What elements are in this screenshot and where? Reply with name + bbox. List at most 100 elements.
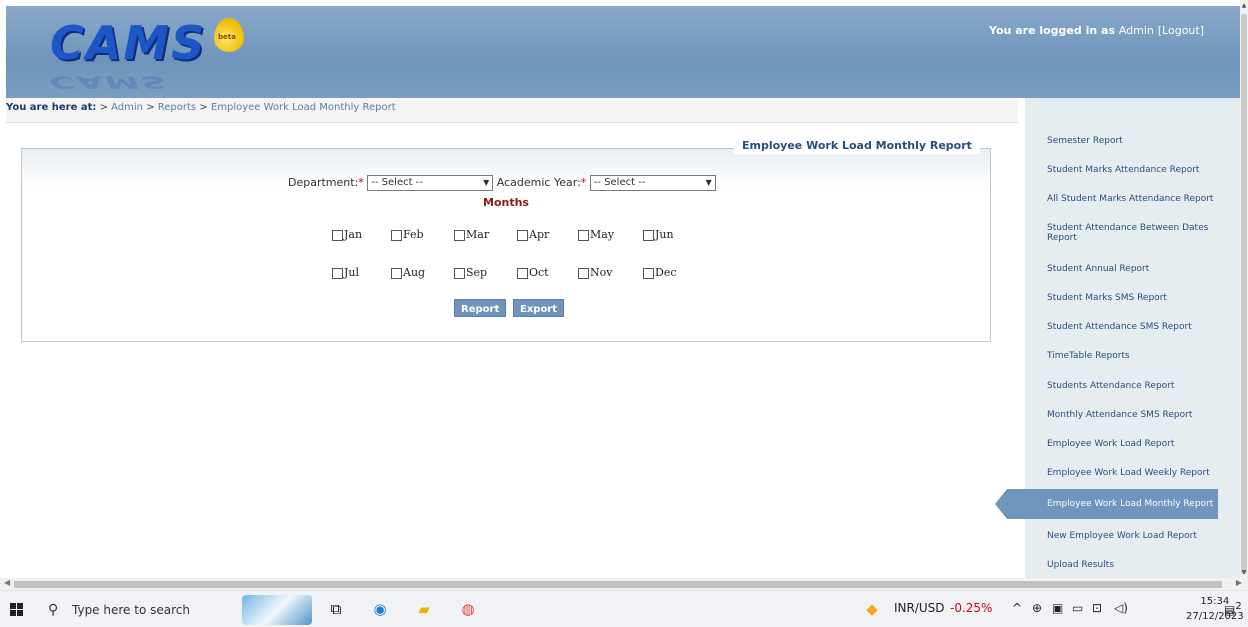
task-view-icon[interactable]: ⧉ xyxy=(326,599,346,619)
month-checkbox-jul[interactable]: Jul xyxy=(332,266,359,279)
windows-taskbar: ⚲ Type here to search ⧉ ◉ ▰ ◍ ◆ INR/USD -… xyxy=(0,590,1248,627)
month-label: Nov xyxy=(590,266,613,279)
breadcrumb-sep: > xyxy=(99,102,108,113)
logo-badge: beta xyxy=(218,33,236,41)
breadcrumb-admin[interactable]: Admin xyxy=(111,102,143,113)
windows-start-icon[interactable] xyxy=(10,603,24,617)
department-select[interactable]: -- Select -- ▼ xyxy=(367,175,494,191)
sidebar-item-semester-report[interactable]: Semester Report xyxy=(1047,136,1237,146)
file-explorer-icon[interactable]: ▰ xyxy=(414,599,434,619)
month-checkbox-jun[interactable]: Jun xyxy=(643,228,674,241)
export-button[interactable]: Export xyxy=(513,299,565,317)
month-checkbox-sep[interactable]: Sep xyxy=(454,266,487,279)
ticker-label[interactable]: INR/USD xyxy=(894,601,945,615)
scroll-right-arrow-icon[interactable]: ▶ xyxy=(1236,578,1242,587)
month-checkbox-nov[interactable]: Nov xyxy=(578,266,612,279)
edge-browser-icon[interactable]: ◉ xyxy=(370,599,390,619)
required-mark: * xyxy=(580,176,587,189)
notification-count: 2 xyxy=(1235,601,1242,612)
notification-center-icon[interactable]: ▤2 xyxy=(1224,601,1242,617)
meet-now-icon[interactable]: ▣ xyxy=(1052,601,1063,615)
horizontal-scrollbar[interactable]: ◀ ▶ xyxy=(0,578,1248,590)
breadcrumb-reports[interactable]: Reports xyxy=(158,102,196,113)
checkbox[interactable] xyxy=(332,229,343,241)
sidebar-item-all-student-marks-attendance[interactable]: All Student Marks Attendance Report xyxy=(1047,194,1237,204)
month-checkbox-feb[interactable]: Feb xyxy=(391,228,424,241)
sidebar-item-student-attendance-between-dates[interactable]: Student Attendance Between Dates Report xyxy=(1047,223,1237,243)
checkbox[interactable] xyxy=(517,267,528,279)
sidebar-item-timetable-reports[interactable]: TimeTable Reports xyxy=(1047,351,1237,361)
month-checkbox-mar[interactable]: Mar xyxy=(454,228,489,241)
month-label: Mar xyxy=(466,228,490,241)
scroll-up-arrow-icon[interactable]: ▲ xyxy=(1240,2,1248,9)
month-label: Sep xyxy=(466,266,488,279)
month-checkbox-apr[interactable]: Apr xyxy=(517,228,549,241)
scroll-down-arrow-icon[interactable]: ▼ xyxy=(1240,569,1248,576)
checkbox[interactable] xyxy=(454,267,465,279)
vertical-scroll-thumb[interactable] xyxy=(1241,14,1247,574)
sidebar-item-student-annual-report[interactable]: Student Annual Report xyxy=(1047,264,1237,274)
checkbox[interactable] xyxy=(578,267,589,279)
checkbox[interactable] xyxy=(578,229,589,241)
sidebar-item-monthly-attendance-sms[interactable]: Monthly Attendance SMS Report xyxy=(1047,410,1237,420)
volume-icon[interactable]: ◁) xyxy=(1114,601,1128,615)
logo-drop-icon: beta xyxy=(214,18,244,52)
month-label: Feb xyxy=(403,228,424,241)
chrome-browser-icon[interactable]: ◍ xyxy=(458,599,478,619)
page-header: CAMS CAMS beta You are logged in as Admi… xyxy=(6,6,1240,98)
search-highlight-image[interactable] xyxy=(242,595,312,625)
sidebar-item-student-marks-attendance[interactable]: Student Marks Attendance Report xyxy=(1047,165,1237,175)
horizontal-scroll-thumb[interactable] xyxy=(14,581,1222,588)
filter-row: Department:* -- Select -- ▼ Academic Year… xyxy=(288,175,716,191)
login-prefix: You are logged in as xyxy=(989,24,1115,37)
month-label: Jul xyxy=(344,266,360,279)
checkbox[interactable] xyxy=(332,267,343,279)
year-label: Academic Year: xyxy=(496,176,581,189)
system-tray-icon[interactable]: ⊕ xyxy=(1032,601,1042,615)
scroll-left-arrow-icon[interactable]: ◀ xyxy=(4,578,10,587)
system-tray-chevron-icon[interactable]: ^ xyxy=(1012,601,1022,615)
browser-viewport: CAMS CAMS beta You are logged in as Admi… xyxy=(0,0,1240,578)
ticker-change: -0.25% xyxy=(950,601,993,615)
sidebar-item-student-marks-sms[interactable]: Student Marks SMS Report xyxy=(1047,293,1237,303)
login-status: You are logged in as Admin [Logout] xyxy=(989,24,1204,37)
sidebar-item-employee-work-load[interactable]: Employee Work Load Report xyxy=(1047,439,1237,449)
user-link[interactable]: Admin xyxy=(1119,24,1154,37)
breadcrumb-prefix: You are here at: xyxy=(6,102,97,113)
checkbox[interactable] xyxy=(517,229,528,241)
network-icon[interactable]: ⊡ xyxy=(1092,601,1102,615)
sidebar-item-students-attendance[interactable]: Students Attendance Report xyxy=(1047,381,1237,391)
cams-logo[interactable]: CAMS CAMS beta xyxy=(50,16,260,92)
stock-widget-icon[interactable]: ◆ xyxy=(862,599,882,619)
vertical-scrollbar[interactable]: ▲ ▼ xyxy=(1240,0,1248,578)
report-button[interactable]: Report xyxy=(454,299,507,317)
sidebar-item-employee-work-load-weekly[interactable]: Employee Work Load Weekly Report xyxy=(1047,468,1237,478)
required-mark: * xyxy=(358,176,364,189)
month-checkbox-aug[interactable]: Aug xyxy=(391,266,425,279)
month-checkbox-oct[interactable]: Oct xyxy=(517,266,549,279)
checkbox[interactable] xyxy=(643,267,654,279)
battery-icon[interactable]: ▭ xyxy=(1072,601,1083,615)
sidebar-item-student-attendance-sms[interactable]: Student Attendance SMS Report xyxy=(1047,322,1237,332)
month-checkbox-jan[interactable]: Jan xyxy=(332,228,362,241)
month-label: Jun xyxy=(655,228,674,241)
sidebar-item-new-employee-work-load[interactable]: New Employee Work Load Report xyxy=(1047,531,1237,541)
breadcrumb-sep: > xyxy=(146,102,155,113)
month-label: Apr xyxy=(529,228,550,241)
month-checkbox-may[interactable]: May xyxy=(578,228,614,241)
sidebar-item-employee-work-load-monthly[interactable]: Employee Work Load Monthly Report xyxy=(995,489,1218,519)
month-label: Oct xyxy=(529,266,549,279)
months-title: Months xyxy=(483,196,529,209)
sidebar-item-upload-results[interactable]: Upload Results xyxy=(1047,560,1237,570)
month-checkbox-dec[interactable]: Dec xyxy=(643,266,677,279)
checkbox[interactable] xyxy=(391,267,402,279)
checkbox[interactable] xyxy=(643,229,654,241)
checkbox[interactable] xyxy=(391,229,402,241)
checkbox[interactable] xyxy=(454,229,465,241)
chevron-down-icon: ▼ xyxy=(483,178,490,187)
breadcrumb-current[interactable]: Employee Work Load Monthly Report xyxy=(211,102,396,113)
taskbar-search-box[interactable]: ⚲ Type here to search xyxy=(48,597,234,623)
academic-year-select[interactable]: -- Select -- ▼ xyxy=(589,175,716,191)
year-value: -- Select -- xyxy=(593,177,646,188)
logout-link[interactable]: [Logout] xyxy=(1158,24,1204,37)
